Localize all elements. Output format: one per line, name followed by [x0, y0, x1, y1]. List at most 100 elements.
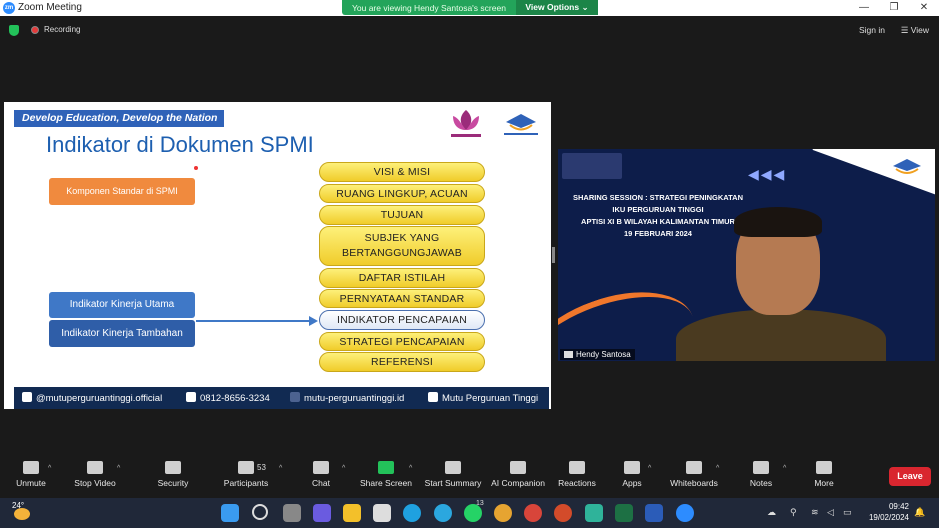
chat-label: Chat — [312, 478, 330, 488]
view-options-button[interactable]: View Options ⌄ — [516, 0, 598, 15]
more-button[interactable]: More — [789, 461, 859, 488]
chevron-up-icon[interactable]: ^ — [342, 465, 345, 472]
share-screen-label: Share Screen — [360, 478, 412, 488]
chevron-up-icon[interactable]: ^ — [648, 465, 651, 472]
slide-title: Indikator di Dokumen SPMI — [46, 132, 314, 157]
notes-icon — [753, 461, 769, 474]
word-icon[interactable] — [645, 504, 663, 522]
ikt-box: Indikator Kinerja Tambahan — [49, 320, 195, 347]
participant-name-tag: Hendy Santosa — [560, 349, 635, 360]
notes-button[interactable]: Notes ^ — [726, 461, 796, 488]
chat-button[interactable]: Chat ^ — [286, 461, 356, 488]
chevron-up-icon[interactable]: ^ — [409, 465, 412, 472]
chevron-up-icon[interactable]: ^ — [117, 465, 120, 472]
clock-date: 19/02/2024 — [868, 513, 909, 522]
store-icon[interactable] — [373, 504, 391, 522]
security-shield-icon[interactable] — [9, 25, 19, 36]
participant-video[interactable]: ◀◀◀ SHARING SESSION : STRATEGI PENINGKAT… — [558, 149, 935, 361]
whiteboard-icon — [686, 461, 702, 474]
footer-youtube: Mutu Perguruan Tinggi — [428, 392, 538, 404]
window-controls: — ❐ ✕ — [849, 0, 939, 16]
pill-referensi: REFERENSI — [319, 352, 485, 372]
view-options-label: View Options — [525, 2, 580, 12]
edge-icon[interactable] — [403, 504, 421, 522]
participants-button[interactable]: Participants 53 ^ — [211, 461, 282, 488]
meeting-toolbar: Unmute ^ Stop Video ^ Security Participant… — [0, 455, 939, 495]
phone-icon — [186, 392, 196, 402]
split-handle[interactable] — [552, 247, 555, 263]
close-icon[interactable]: ✕ — [909, 0, 939, 16]
footer-phone: 0812-8656-3234 — [186, 392, 270, 404]
taskbar-clock[interactable]: 09:42 19/02/2024 — [869, 501, 909, 523]
komponen-box: Komponen Standar di SPMI — [49, 178, 195, 205]
chevron-up-icon[interactable]: ^ — [48, 465, 51, 472]
shield-icon — [165, 461, 181, 474]
instagram-icon — [22, 392, 32, 402]
iku-box: Indikator Kinerja Utama — [49, 292, 195, 318]
padma-logo-icon — [451, 110, 481, 137]
participant-name: Hendy Santosa — [576, 350, 631, 359]
excel-icon[interactable] — [615, 504, 633, 522]
whatsapp-badge: 13 — [476, 500, 484, 507]
security-button[interactable]: Security — [138, 461, 208, 488]
search-icon[interactable] — [252, 504, 268, 520]
share-banner-text: You are viewing Hendy Santosa's screen — [352, 3, 506, 13]
windows-taskbar: 24° 13 ☁ ⚲ ≋ ◁ ▭ 09:42 19/02/2024 🔔 — [0, 498, 939, 528]
apps-button[interactable]: Apps ^ — [597, 461, 667, 488]
video-camera-icon — [87, 461, 103, 474]
whiteboards-button[interactable]: Whiteboards ^ — [659, 461, 729, 488]
app-icon[interactable] — [434, 504, 452, 522]
unmute-button[interactable]: Unmute ^ — [0, 461, 66, 488]
battery-icon[interactable]: ▭ — [843, 507, 852, 518]
chevron-up-icon[interactable]: ^ — [716, 465, 719, 472]
recording-label[interactable]: Recording — [44, 25, 80, 34]
windows-start-icon[interactable] — [221, 504, 239, 522]
video-logo-left-icon — [562, 153, 622, 179]
chat-bubble-icon — [313, 461, 329, 474]
participants-icon — [238, 461, 254, 474]
zoom-taskbar-icon[interactable] — [676, 504, 694, 522]
sign-in-button[interactable]: Sign in — [859, 25, 885, 35]
teams-chat-icon[interactable] — [313, 504, 331, 522]
youtube-icon — [428, 392, 438, 402]
chevron-up-icon[interactable]: ^ — [279, 465, 282, 472]
footer-instagram: @mutuperguruantinggi.official — [22, 392, 162, 404]
notification-bell-icon[interactable]: 🔔 — [914, 507, 925, 518]
tray-cloud-icon[interactable]: ☁ — [767, 507, 776, 518]
share-screen-button[interactable]: Share Screen ^ — [351, 461, 421, 488]
wifi-icon[interactable]: ≋ — [811, 507, 819, 518]
pill-strategi: STRATEGI PENCAPAIAN — [319, 332, 485, 351]
pill-tujuan: TUJUAN — [319, 205, 485, 225]
more-dots-icon — [816, 461, 832, 474]
weather-temp[interactable]: 24° — [12, 501, 24, 510]
apps-label: Apps — [622, 478, 642, 488]
share-arrow-icon — [378, 461, 394, 474]
minimize-icon[interactable]: — — [849, 0, 879, 16]
summary-doc-icon — [445, 461, 461, 474]
powerpoint-icon[interactable] — [554, 504, 572, 522]
video-logo-right-icon — [893, 159, 921, 174]
start-summary-button[interactable]: Start Summary — [418, 461, 488, 488]
slide-tagline: Develop Education, Develop the Nation — [14, 110, 224, 127]
instagram-text: @mutuperguruantinggi.official — [36, 393, 163, 404]
view-button[interactable]: ☰ View — [901, 25, 929, 36]
chevron-up-icon[interactable]: ^ — [783, 465, 786, 472]
participants-count: 53 — [257, 463, 266, 472]
more-label: More — [814, 478, 834, 488]
stop-video-button[interactable]: Stop Video ^ — [60, 461, 130, 488]
notes-label: Notes — [749, 478, 773, 488]
task-view-icon[interactable] — [283, 504, 301, 522]
volume-icon[interactable]: ◁ — [827, 507, 834, 518]
chrome-icon[interactable] — [494, 504, 512, 522]
file-explorer-icon[interactable] — [343, 504, 361, 522]
tray-network-icon[interactable]: ⚲ — [790, 507, 797, 518]
pill-subjek: SUBJEK YANG BERTANGGUNGJAWAB — [319, 226, 485, 266]
app-teal-icon[interactable] — [585, 504, 603, 522]
video-text-line4: 19 FEBRUARI 2024 — [624, 229, 692, 238]
youtube-text: Mutu Perguruan Tinggi — [442, 393, 539, 404]
clock-time: 09:42 — [888, 502, 909, 511]
unmute-label: Unmute — [16, 478, 46, 488]
chrome-profile-icon[interactable] — [524, 504, 542, 522]
maximize-icon[interactable]: ❐ — [879, 0, 909, 16]
leave-button[interactable]: Leave — [889, 467, 931, 486]
